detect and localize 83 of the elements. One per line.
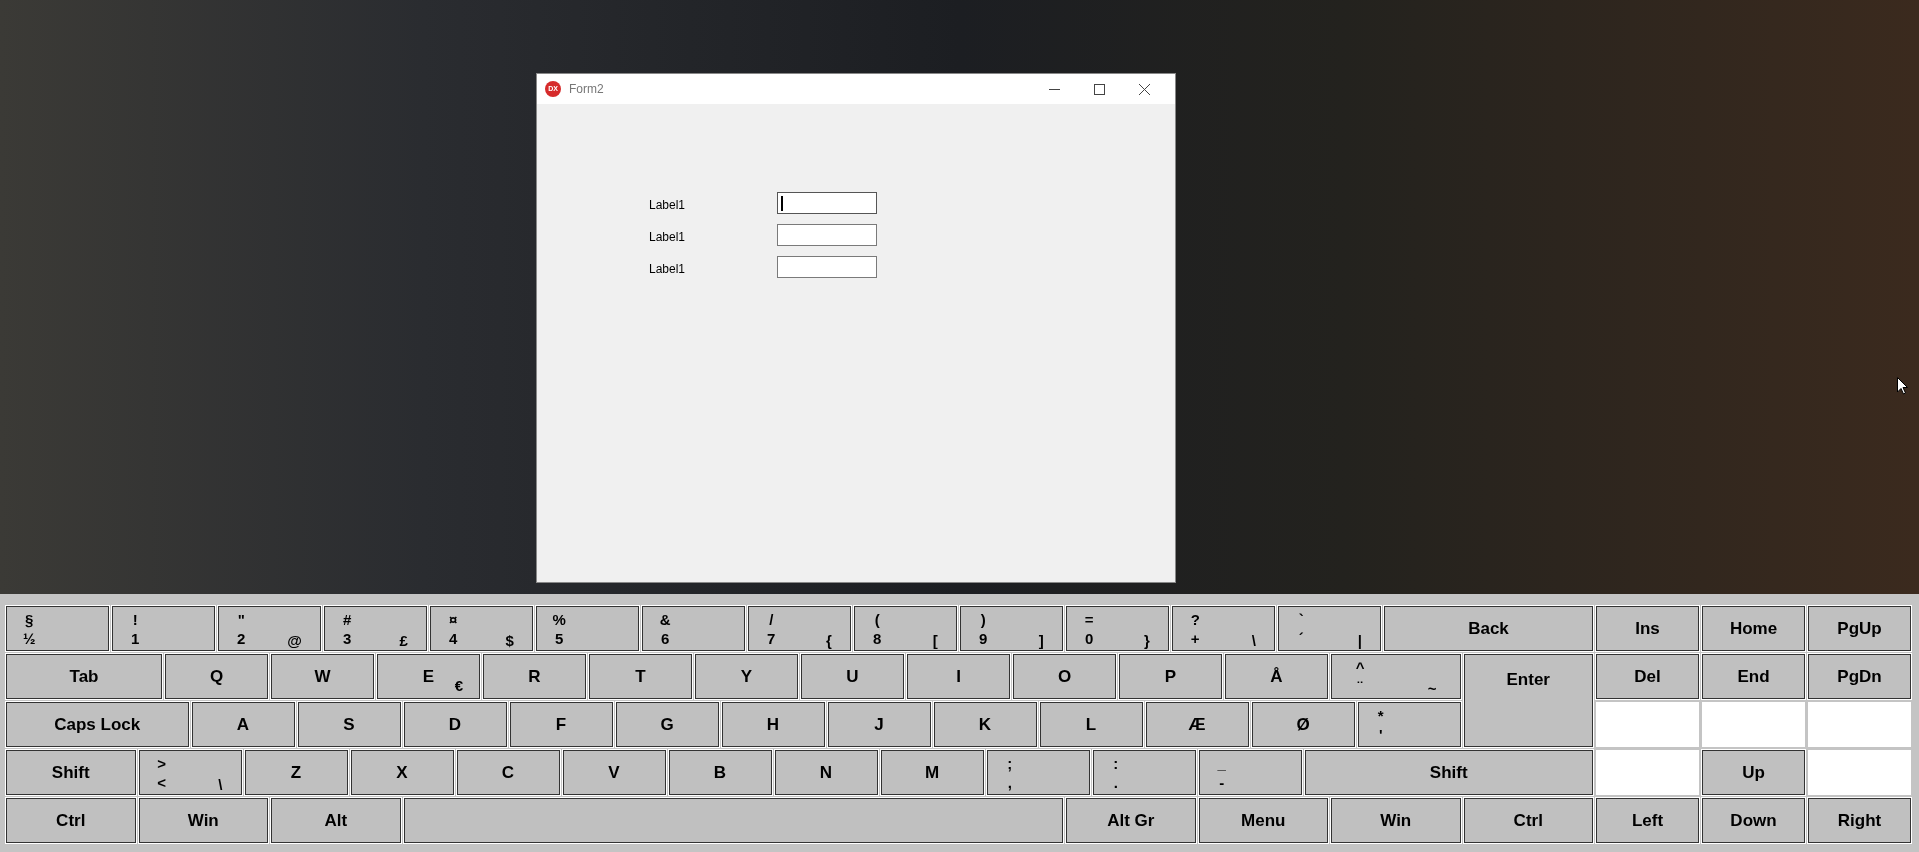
keyboard-key[interactable]: PgDn <box>1808 654 1911 699</box>
keyboard-key[interactable]: Æ <box>1145 702 1249 747</box>
keyboard-key[interactable]: G <box>615 702 719 747</box>
keyboard-key[interactable]: R <box>483 654 586 699</box>
keyboard-key[interactable]: Home <box>1702 606 1805 651</box>
keyboard-key[interactable]: ^ ¨ ~ <box>1331 654 1461 699</box>
keyboard-key[interactable]: W <box>271 654 374 699</box>
keyboard-key[interactable]: Back <box>1384 606 1593 651</box>
keyboard-key[interactable]: F <box>509 702 613 747</box>
keyboard-key[interactable]: ? + \ <box>1172 606 1275 651</box>
keyboard-key[interactable]: PgUp <box>1808 606 1911 651</box>
keyboard-key[interactable]: V <box>562 750 666 795</box>
keyboard-key[interactable]: = 0 } <box>1066 606 1169 651</box>
keyboard-key[interactable]: N <box>774 750 878 795</box>
keyboard-key[interactable]: Menu <box>1198 798 1328 843</box>
text-field[interactable] <box>777 224 877 246</box>
keyboard-key[interactable]: # 3 £ <box>324 606 427 651</box>
keyboard-key[interactable]: ; , <box>986 750 1090 795</box>
minimize-icon <box>1049 88 1060 90</box>
keyboard-key[interactable]: Down <box>1702 798 1805 843</box>
keyboard-key[interactable]: A <box>191 702 295 747</box>
keyboard-key[interactable]: ¤ 4 $ <box>430 606 533 651</box>
keyboard-key[interactable]: : . <box>1092 750 1196 795</box>
keyboard-key[interactable]: Caps Lock <box>6 702 189 747</box>
keyboard-key[interactable]: Right <box>1808 798 1911 843</box>
keyboard-key[interactable]: Z <box>244 750 348 795</box>
keyboard-key[interactable]: P <box>1119 654 1222 699</box>
keyboard-key[interactable]: I <box>907 654 1010 699</box>
keyboard-key[interactable]: Shift <box>1304 750 1593 795</box>
keyboard-key[interactable]: Left <box>1596 798 1699 843</box>
keyboard-key[interactable]: U <box>801 654 904 699</box>
text-field[interactable] <box>777 192 877 214</box>
keyboard-key[interactable]: X <box>350 750 454 795</box>
keyboard-key[interactable]: Q <box>165 654 268 699</box>
keyboard-key[interactable]: D <box>403 702 507 747</box>
close-icon <box>1139 83 1150 95</box>
keyboard-key[interactable]: Tab <box>6 654 162 699</box>
keyboard-key[interactable]: K <box>933 702 1037 747</box>
keyboard-key[interactable]: Alt Gr <box>1066 798 1196 843</box>
keyboard-key[interactable]: ( 8 [ <box>854 606 957 651</box>
keyboard-key[interactable]: O <box>1013 654 1116 699</box>
field-label: Label1 <box>649 261 687 278</box>
keyboard-key[interactable]: " 2 @ <box>218 606 321 651</box>
keyboard-key[interactable]: L <box>1039 702 1143 747</box>
keyboard-key[interactable]: ) 9 ] <box>960 606 1063 651</box>
keyboard-key[interactable]: E € <box>377 654 480 699</box>
keyboard-key[interactable]: ` ´ | <box>1278 606 1381 651</box>
mouse-pointer-icon <box>1897 377 1908 395</box>
field-label: Label1 <box>649 197 687 214</box>
keyboard-key[interactable]: Ctrl <box>6 798 136 843</box>
keyboard-key[interactable]: Å <box>1225 654 1328 699</box>
keyboard-key[interactable]: Ctrl <box>1463 798 1593 843</box>
maximize-icon <box>1094 83 1105 95</box>
keyboard-key[interactable]: Win <box>1331 798 1461 843</box>
keyboard-key[interactable]: Up <box>1702 750 1805 795</box>
window-title: Form2 <box>569 81 604 98</box>
keyboard-key[interactable]: Alt <box>271 798 401 843</box>
keyboard-key[interactable]: J <box>827 702 931 747</box>
keyboard-key[interactable]: Win <box>138 798 268 843</box>
text-field[interactable] <box>777 256 877 278</box>
keyboard-key[interactable]: Shift <box>6 750 136 795</box>
keyboard-key[interactable]: % 5 <box>536 606 639 651</box>
keyboard-key[interactable]: T <box>589 654 692 699</box>
keyboard-key[interactable]: / 7 { <box>748 606 851 651</box>
keyboard-key[interactable]: S <box>297 702 401 747</box>
keyboard-key[interactable]: H <box>721 702 825 747</box>
keyboard-key[interactable]: ! 1 <box>112 606 215 651</box>
keyboard-key[interactable]: Y <box>695 654 798 699</box>
keyboard-key[interactable]: C <box>456 750 560 795</box>
keyboard-key[interactable]: > < \ <box>138 750 242 795</box>
keyboard-key[interactable]: B <box>668 750 772 795</box>
keyboard-key[interactable]: M <box>880 750 984 795</box>
keyboard-key[interactable]: * ' <box>1357 702 1461 747</box>
enter-key[interactable]: Enter <box>1463 654 1593 747</box>
keyboard-key[interactable]: Del <box>1596 654 1699 699</box>
field-label: Label1 <box>649 229 687 246</box>
keyboard-key[interactable]: Ins <box>1596 606 1699 651</box>
keyboard-key[interactable]: _ - <box>1198 750 1302 795</box>
keyboard-key[interactable]: & 6 <box>642 606 745 651</box>
keyboard-key[interactable]: End <box>1702 654 1805 699</box>
keyboard-key[interactable]: § ½ <box>6 606 109 651</box>
keyboard-key[interactable]: Ø <box>1251 702 1355 747</box>
space-key[interactable] <box>403 798 1063 843</box>
